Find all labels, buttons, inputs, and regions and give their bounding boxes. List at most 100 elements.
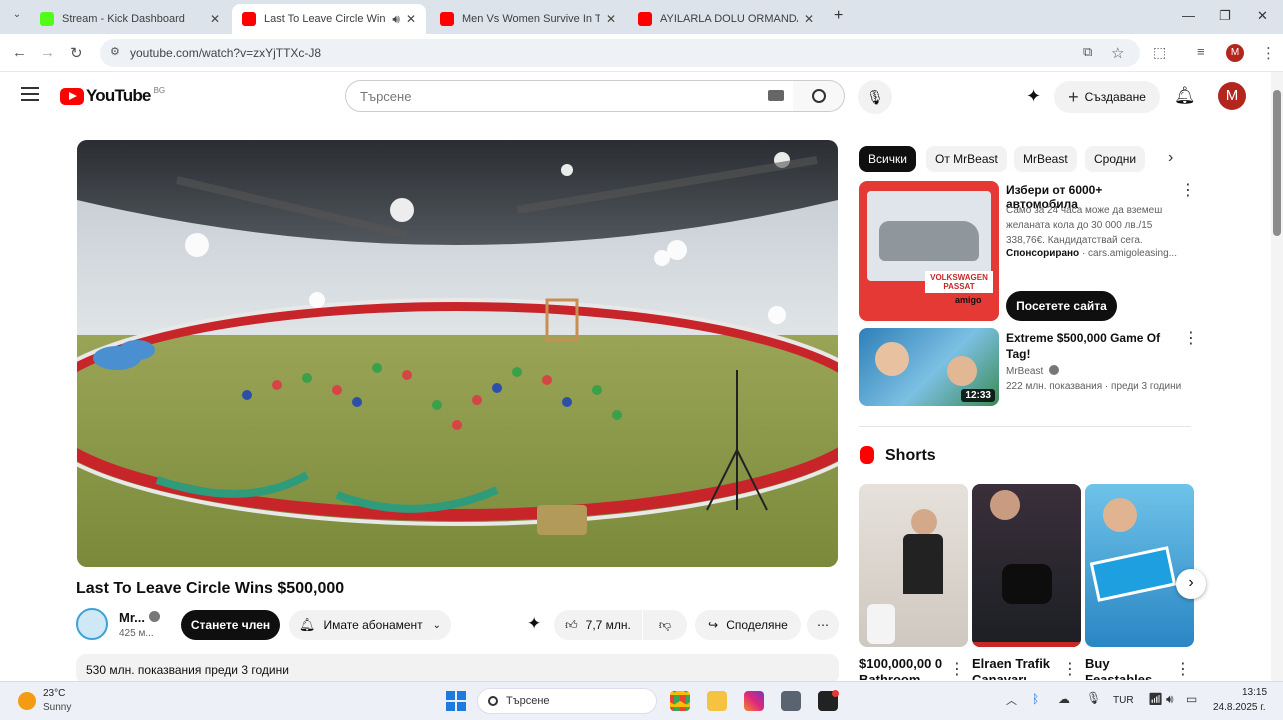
- maximize-icon[interactable]: ❐: [1219, 8, 1231, 24]
- clock-date[interactable]: 24.8.2025 г.: [1213, 702, 1265, 713]
- youtube-favicon-icon: [638, 12, 652, 26]
- notifications-bell-icon[interactable]: 🔔︎: [1174, 86, 1196, 106]
- short-title-3[interactable]: Buy Feastables: [1085, 656, 1169, 680]
- back-icon[interactable]: ←: [12, 44, 27, 61]
- app-icon[interactable]: [781, 691, 801, 711]
- ad-description: Само за 24 часа може да вземеш желаната …: [1006, 205, 1163, 246]
- like-button[interactable]: 👍︎ 7,7 млн.: [554, 610, 642, 640]
- channel-avatar[interactable]: [76, 608, 108, 640]
- volume-icon[interactable]: 🔊︎: [1166, 692, 1174, 707]
- account-avatar[interactable]: M: [1218, 82, 1246, 110]
- youtube-favicon-icon: [242, 12, 256, 26]
- browser-tab-ayilarla[interactable]: AYILARLA DOLU ORMANDA HA ✕: [628, 4, 824, 34]
- minimize-icon[interactable]: —: [1182, 8, 1195, 23]
- ask-sparkle-icon[interactable]: ✦: [527, 614, 541, 634]
- ad-thumb-brand: VOLKSWAGEN PASSAT: [925, 271, 993, 293]
- forward-icon[interactable]: →: [40, 44, 55, 61]
- youtube-favicon-icon: [440, 12, 454, 26]
- visit-site-button[interactable]: Посетете сайта: [1006, 291, 1117, 321]
- chevron-down-icon: ⌄: [432, 619, 442, 631]
- browser-tab-men-vs-women[interactable]: Men Vs Women Survive In The ✕: [430, 4, 626, 34]
- media-controls-icon[interactable]: ≡: [1197, 44, 1205, 59]
- weather-temp[interactable]: 23°C: [43, 688, 65, 699]
- close-tab-icon[interactable]: ✕: [406, 12, 416, 26]
- rec-meta: 222 млн. показвания · преди 3 години: [1006, 381, 1182, 392]
- wifi-icon[interactable]: 📶︎: [1148, 692, 1163, 706]
- short-title-2[interactable]: Elraen Trafik Canavarı: [972, 656, 1056, 680]
- short-thumbnail-2[interactable]: [972, 484, 1081, 647]
- clock-time[interactable]: 13:15: [1242, 687, 1267, 698]
- chip-from-mrbeast[interactable]: От MrBeast: [926, 146, 1007, 172]
- video-player[interactable]: [77, 140, 838, 567]
- chip-mrbeast[interactable]: MrBeast: [1014, 146, 1077, 172]
- page-scrollbar[interactable]: [1271, 72, 1283, 681]
- new-tab-icon[interactable]: +: [834, 7, 843, 25]
- speaker-icon[interactable]: 🔊︎: [392, 12, 400, 27]
- join-button[interactable]: Станете член: [181, 610, 280, 640]
- chip-all[interactable]: Всички: [859, 146, 916, 172]
- short-menu-icon[interactable]: ⋮: [1062, 662, 1078, 678]
- close-tab-icon[interactable]: ✕: [210, 12, 220, 26]
- tab-search-button[interactable]: ⌄: [8, 9, 26, 25]
- short-menu-icon[interactable]: ⋮: [1175, 662, 1191, 678]
- extensions-icon[interactable]: ⬚: [1153, 44, 1166, 61]
- url-text: youtube.com/watch?v=zxYjTTXc-J8: [130, 46, 322, 60]
- short-thumbnail-3[interactable]: [1085, 484, 1194, 647]
- keyboard-icon[interactable]: [768, 90, 784, 101]
- chrome-icon[interactable]: [670, 691, 690, 711]
- short-menu-icon[interactable]: ⋮: [949, 662, 965, 678]
- search-input[interactable]: Търсене: [345, 80, 795, 112]
- ad-menu-icon[interactable]: ⋮: [1180, 183, 1196, 199]
- bell-icon: 🔔︎: [298, 617, 316, 632]
- language-indicator[interactable]: TUR: [1113, 695, 1134, 706]
- bookmark-star-icon[interactable]: ☆: [1111, 44, 1124, 62]
- url-field[interactable]: ⚙ youtube.com/watch?v=zxYjTTXc-J8: [100, 39, 1140, 67]
- taskbar-search-input[interactable]: Търсене: [477, 688, 657, 714]
- hamburger-menu-icon[interactable]: [21, 87, 39, 101]
- profile-avatar[interactable]: M: [1226, 44, 1244, 62]
- browser-tab-active[interactable]: Last To Leave Circle Wins $5 🔊︎ ✕: [232, 4, 426, 34]
- cloud-icon[interactable]: ☁: [1058, 692, 1070, 706]
- close-tab-icon[interactable]: ✕: [606, 12, 616, 26]
- bluetooth-icon[interactable]: ᛒ: [1032, 692, 1039, 706]
- browser-tab-kick[interactable]: Stream - Kick Dashboard ✕: [30, 4, 230, 34]
- reload-icon[interactable]: ↻: [70, 44, 83, 62]
- weather-sun-icon[interactable]: [18, 692, 36, 710]
- subscribed-button[interactable]: 🔔︎ Имате абонамент ⌄: [289, 610, 451, 640]
- shorts-next-button[interactable]: ›: [1176, 569, 1206, 599]
- short-title-1[interactable]: $100,000,00 0 Bathroom: [859, 656, 943, 680]
- close-window-icon[interactable]: ✕: [1257, 8, 1268, 24]
- share-button[interactable]: ↪ Споделяне: [695, 610, 801, 640]
- dislike-button[interactable]: 👎︎: [643, 610, 687, 640]
- chevron-right-icon[interactable]: ›: [1168, 149, 1173, 167]
- video-title: Last To Leave Circle Wins $500,000: [76, 580, 345, 597]
- site-info-icon[interactable]: ⚙: [110, 45, 120, 58]
- youtube-logo[interactable]: YouTube BG: [60, 86, 165, 106]
- search-button[interactable]: [793, 80, 845, 112]
- tray-overflow-icon[interactable]: ︿: [1006, 692, 1017, 708]
- battery-icon[interactable]: ▭: [1186, 692, 1197, 706]
- gemini-sparkle-icon[interactable]: ✦: [1026, 86, 1041, 107]
- rec-menu-icon[interactable]: ⋮: [1183, 331, 1199, 347]
- thumbs-up-icon: 👍︎: [565, 617, 578, 632]
- voice-search-button[interactable]: 🎙︎: [858, 80, 892, 114]
- start-windows-icon[interactable]: [446, 691, 466, 711]
- install-app-icon[interactable]: ⧉: [1083, 44, 1092, 60]
- description-box[interactable]: 530 млн. показвания преди 3 години: [76, 654, 839, 684]
- ad-thumbnail[interactable]: VOLKSWAGEN PASSAT amigo: [859, 181, 999, 321]
- microphone-icon[interactable]: 🎙︎: [1086, 691, 1101, 705]
- more-actions-button[interactable]: ⋯: [807, 610, 839, 640]
- browser-menu-icon[interactable]: ⋮: [1261, 44, 1276, 62]
- channel-name[interactable]: Mr...: [119, 610, 145, 625]
- rec-title[interactable]: Extreme $500,000 Game Of Tag!: [1006, 330, 1176, 362]
- rec-thumbnail[interactable]: 12:33: [859, 328, 999, 406]
- file-explorer-icon[interactable]: [707, 691, 727, 711]
- create-button[interactable]: + Създаване: [1054, 81, 1160, 113]
- rec-duration: 12:33: [961, 389, 995, 402]
- short-thumbnail-1[interactable]: [859, 484, 968, 647]
- scrollbar-thumb[interactable]: [1273, 90, 1281, 236]
- weather-desc[interactable]: Sunny: [43, 702, 71, 713]
- instagram-icon[interactable]: [744, 691, 764, 711]
- close-tab-icon[interactable]: ✕: [804, 12, 814, 26]
- chip-related[interactable]: Сродни: [1085, 146, 1146, 172]
